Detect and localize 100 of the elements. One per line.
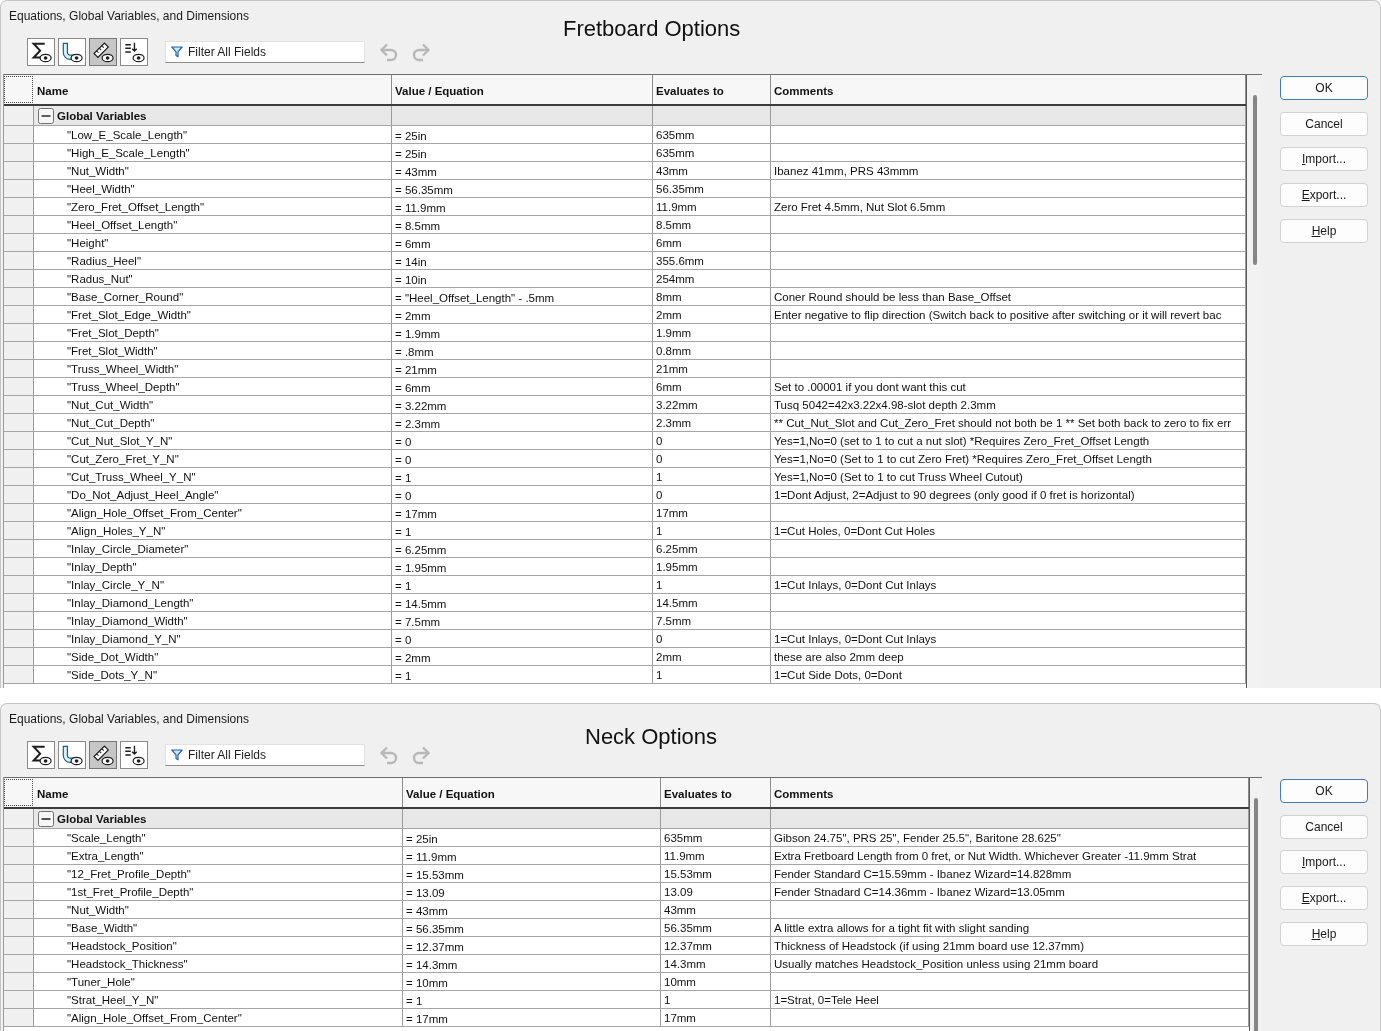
dialog-button[interactable]: OK [1280,76,1368,100]
dialog-button[interactable]: OK [1280,779,1368,803]
row-selector[interactable] [4,378,34,396]
row-selector[interactable] [4,865,34,883]
variable-name: "Align_Holes_Y_N" [67,524,166,537]
collapse-icon[interactable] [38,810,54,827]
variable-name: "Height" [67,236,109,249]
variable-name: "Nut_Cut_Depth" [67,416,155,429]
row-selector[interactable] [4,252,34,270]
value-equation: = 17mm [406,1013,448,1025]
row-selector[interactable] [4,324,34,342]
variable-name: "Inlay_Diamond_Y_N" [67,632,181,645]
view-toggle-button[interactable] [27,38,55,66]
row-selector[interactable] [4,504,34,522]
variable-name: "Base_Width" [67,921,138,934]
variable-name: "Nut_Cut_Width" [67,398,154,411]
scrollbar[interactable] [1246,75,1262,688]
row-selector[interactable] [4,1009,34,1027]
row-selector[interactable] [4,847,34,865]
row-selector[interactable] [4,162,34,180]
view-toggle-button[interactable] [120,741,148,769]
evaluated-value: 17mm [664,1011,696,1024]
dialog-button[interactable]: Import... [1280,850,1368,875]
dialog-button[interactable]: Import... [1280,147,1368,172]
row-selector[interactable] [4,594,34,612]
dialog-button[interactable]: Cancel [1280,814,1368,839]
row-selector[interactable] [4,901,34,919]
row-selector[interactable] [4,180,34,198]
row-selector[interactable] [4,198,34,216]
row-selector[interactable] [4,648,34,666]
variable-name: "1st_Fret_Profile_Depth" [67,885,194,898]
filter-field[interactable]: Filter All Fields [165,744,365,766]
row-selector[interactable] [4,540,34,558]
row-selector[interactable] [4,306,34,324]
scroll-thumb[interactable] [1252,95,1257,265]
row-selector[interactable] [4,955,34,973]
value-equation: = 1 [395,670,412,682]
value-equation: = 1.95mm [395,562,447,574]
row-selector[interactable] [4,486,34,504]
row-selector[interactable] [4,937,34,955]
row-selector[interactable] [4,991,34,1009]
column-header: Value / Equation [395,84,484,97]
select-all-corner[interactable] [4,779,33,806]
collapse-icon[interactable] [38,107,54,124]
evaluated-value: 43mm [664,903,696,916]
evaluated-value: 635mm [656,128,695,141]
row-selector[interactable] [4,360,34,378]
row-selector[interactable] [4,396,34,414]
variable-name: "Inlay_Circle_Y_N" [67,578,164,591]
dialog-button[interactable]: Help [1280,218,1368,243]
row-selector[interactable] [4,450,34,468]
value-equation: = 10in [395,274,427,286]
dialog-button[interactable]: Export... [1280,886,1368,911]
value-equation: = 0 [395,436,412,448]
value-equation: = 43mm [406,905,448,917]
variable-name: "Truss_Wheel_Depth" [67,380,180,393]
row-selector[interactable] [4,630,34,648]
scrollbar[interactable] [1249,778,1262,1031]
row-selector[interactable] [4,234,34,252]
row-selector[interactable] [4,973,34,991]
row-selector[interactable] [4,414,34,432]
row-selector[interactable] [4,432,34,450]
evaluated-value: 43mm [656,164,688,177]
evaluated-value: 13.09 [664,885,693,898]
comment-text: Thickness of Headstock (if using 21mm board use 12.37mm) [774,939,1084,952]
value-equation: = 14in [395,256,427,268]
evaluated-value: 14.3mm [664,957,706,970]
row-selector[interactable] [4,919,34,937]
dialog-button[interactable]: Help [1280,921,1368,946]
dialog-button[interactable]: Cancel [1280,111,1368,136]
filter-field[interactable]: Filter All Fields [165,41,365,63]
row-selector[interactable] [4,576,34,594]
row-selector[interactable] [4,216,34,234]
row-selector[interactable] [4,558,34,576]
value-equation: = 14.5mm [395,598,447,610]
row-selector[interactable] [4,612,34,630]
variable-name: "Align_Hole_Offset_From_Center" [67,506,242,519]
evaluated-value: 1 [656,668,663,681]
view-toggle-button[interactable] [89,38,117,66]
row-selector[interactable] [4,666,34,684]
row-selector[interactable] [4,883,34,901]
row-selector[interactable] [4,288,34,306]
view-toggle-button[interactable] [58,38,86,66]
comment-text: Zero Fret 4.5mm, Nut Slot 6.5mm [774,200,946,213]
view-toggle-button[interactable] [27,741,55,769]
row-selector[interactable] [4,468,34,486]
view-toggle-button[interactable] [120,38,148,66]
group-label: Global Variables [57,109,147,122]
row-selector[interactable] [4,270,34,288]
select-all-corner[interactable] [4,76,33,103]
curve-eye-icon [61,744,83,766]
row-selector[interactable] [4,522,34,540]
row-selector[interactable] [4,342,34,360]
scroll-thumb[interactable] [1254,798,1258,1031]
variable-name: "Fret_Slot_Width" [67,344,158,357]
dialog-button[interactable]: Export... [1280,183,1368,208]
evaluated-value: 1.9mm [656,326,692,339]
view-toggle-button[interactable] [58,741,86,769]
view-toggle-button[interactable] [89,741,117,769]
row-selector[interactable] [4,144,34,162]
